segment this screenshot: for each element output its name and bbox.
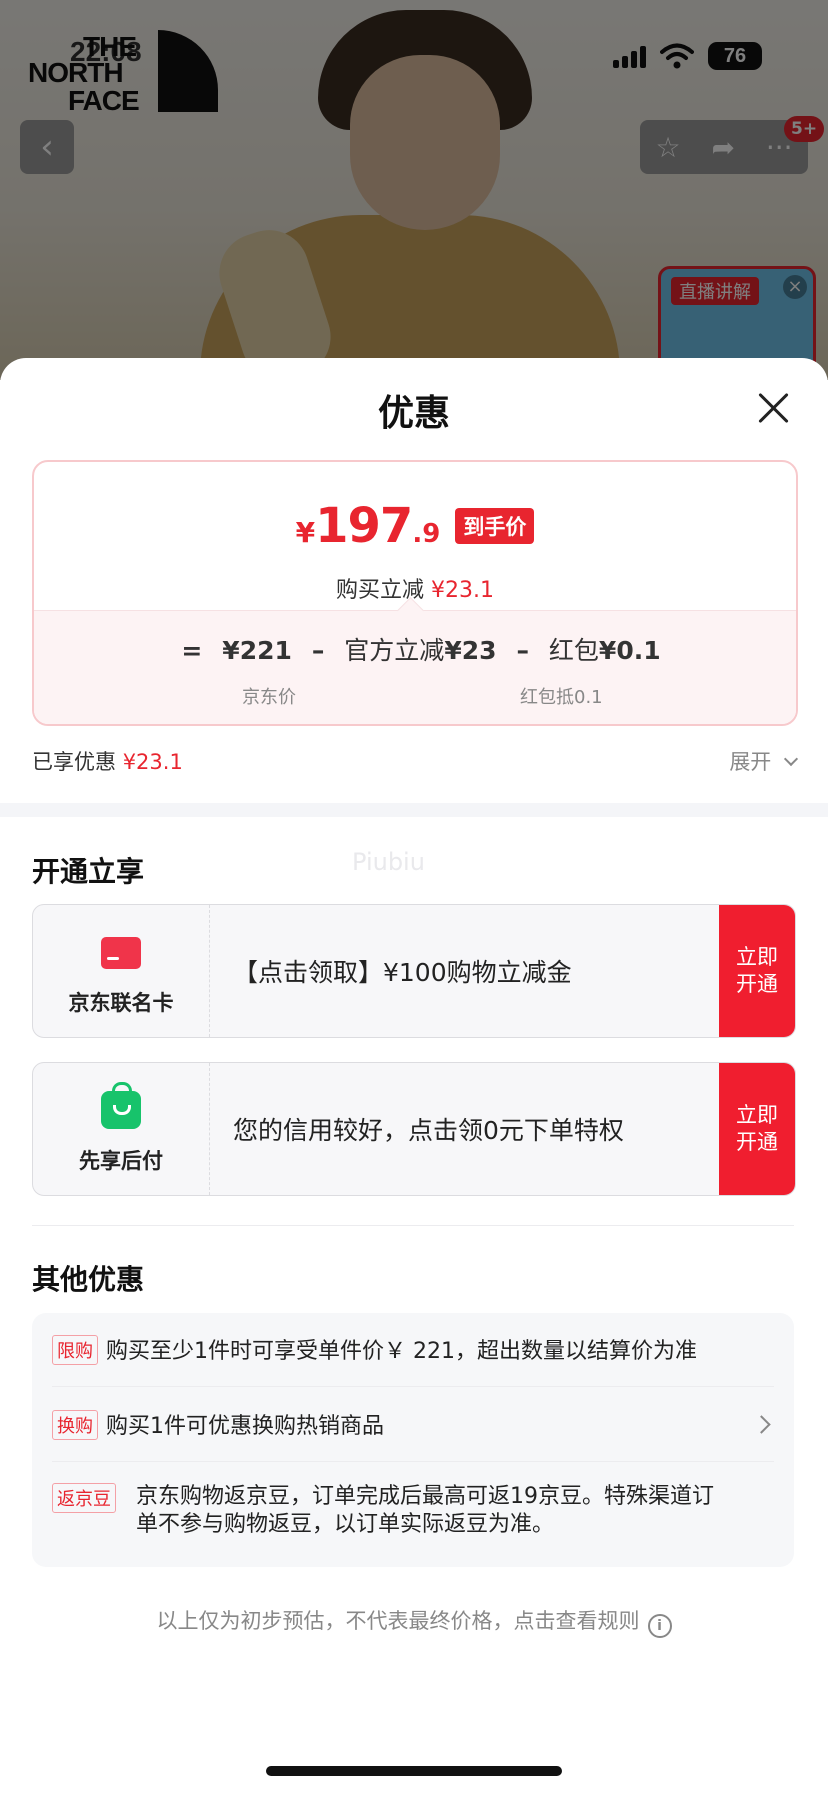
open-now-button[interactable]: 立即 开通	[719, 905, 795, 1037]
price-decimal: .9	[412, 519, 441, 549]
open-now-label: 立即 开通	[736, 1102, 778, 1156]
offer-text: 您的信用较好，点击领0元下单特权	[233, 1116, 624, 1145]
rules-link[interactable]: 以上仅为初步预估，不代表最终价格，点击查看规则 i	[0, 1605, 828, 1638]
jingdou-tag: 返京豆	[52, 1483, 116, 1513]
open-now-label: 立即 开通	[736, 944, 778, 998]
offer-card-paylater[interactable]: 先享后付 您的信用较好，点击领0元下单特权 立即 开通	[32, 1062, 796, 1196]
list-item: 返京豆 京东购物返京豆，订单完成后最高可返19京豆。特殊渠道订 单不参与购物返豆…	[52, 1483, 774, 1539]
list-item-exchange[interactable]: 换购 购买1件可优惠换购热销商品	[52, 1408, 774, 1440]
base-price: ¥221	[222, 636, 292, 665]
official-discount-label: 官方立减	[344, 636, 445, 665]
instant-discount-line: 购买立减 ¥23.1	[34, 572, 796, 604]
row-separator	[52, 1461, 774, 1462]
other-discounts-list: 限购 购买至少1件时可享受单件价￥ 221，超出数量以结算价为准 换购 购买1件可优…	[32, 1313, 794, 1567]
rules-note-text: 以上仅为初步预估，不代表最终价格，点击查看规则	[156, 1609, 640, 1633]
final-price-tag: 到手价	[455, 508, 535, 544]
expand-label: 展开	[729, 750, 772, 774]
price-currency: ¥	[295, 516, 316, 549]
redpacket-caption: 红包抵0.1	[520, 687, 603, 708]
row-separator	[52, 1386, 774, 1387]
modal-overlay[interactable]	[0, 0, 828, 380]
minus-sign: –	[311, 636, 325, 665]
home-indicator	[266, 1766, 562, 1776]
offer-text: 【点击领取】¥100购物立减金	[233, 958, 572, 987]
price-integer: 197	[315, 498, 413, 554]
price-breakdown: = ¥221 – 官方立减¥23 – 红包¥0.1 京东价 红包抵0.1	[34, 597, 796, 724]
watermark: Piubiu	[352, 848, 425, 876]
list-item-text: 购买1件可优惠换购热销商品	[106, 1414, 384, 1439]
offer-left: 京东联名卡	[33, 905, 210, 1037]
redpacket-label: 红包	[548, 636, 599, 665]
open-now-line-2: 开通	[736, 972, 778, 996]
minus-sign: –	[516, 636, 529, 665]
shopping-bag-icon	[101, 1082, 141, 1129]
enjoyed-value: ¥23.1	[122, 750, 183, 774]
credit-card-icon	[101, 937, 141, 969]
list-item-text-line-1: 京东购物返京豆，订单完成后最高可返19京豆。特殊渠道订	[136, 1484, 714, 1509]
redpacket-value: ¥0.1	[598, 636, 661, 665]
section-gap	[0, 803, 828, 817]
open-section-title: 开通立享	[32, 855, 145, 888]
instant-discount-value: ¥23.1	[431, 578, 494, 603]
expand-toggle[interactable]: 展开	[729, 746, 799, 776]
enjoyed-label: 已享优惠	[32, 750, 116, 774]
sheet-title: 优惠	[377, 393, 450, 434]
price-card: ¥197.9 到手价 购买立减 ¥23.1 = ¥221 – 官方立减¥23 –…	[32, 460, 798, 726]
open-now-line-1: 立即	[736, 1103, 778, 1127]
info-icon: i	[647, 1614, 672, 1638]
product-page-background: THE NORTH FACE 22:08 76 ‹ ☆ ➦ ··· 5+ 直播讲…	[0, 0, 828, 380]
chevron-down-icon	[783, 751, 799, 767]
list-item-text-line-2: 单不参与购物返豆，以订单实际返豆为准。	[136, 1512, 555, 1537]
open-now-line-1: 立即	[736, 945, 778, 969]
limit-tag: 限购	[52, 1335, 98, 1365]
offer-card-cobrand[interactable]: 京东联名卡 【点击领取】¥100购物立减金 立即 开通	[32, 904, 796, 1038]
equals-sign: =	[181, 636, 203, 665]
open-now-line-2: 开通	[736, 1130, 778, 1154]
other-section-title: 其他优惠	[32, 1263, 145, 1296]
open-now-button[interactable]: 立即 开通	[719, 1063, 795, 1195]
offer-name: 先享后付	[79, 1149, 163, 1173]
offer-left: 先享后付	[33, 1063, 210, 1195]
breakdown-row: = ¥221 – 官方立减¥23 – 红包¥0.1	[34, 631, 796, 667]
divider	[32, 1225, 794, 1226]
exchange-tag: 换购	[52, 1410, 98, 1440]
list-item-text: 购买至少1件时可享受单件价￥ 221，超出数量以结算价为准	[106, 1339, 697, 1364]
offer-name: 京东联名卡	[68, 991, 174, 1015]
list-item: 限购 购买至少1件时可享受单件价￥ 221，超出数量以结算价为准	[52, 1333, 774, 1365]
official-discount-value: ¥23	[444, 636, 497, 665]
close-button[interactable]	[756, 390, 792, 426]
final-price: ¥197.9 到手价	[34, 498, 796, 554]
enjoyed-discount: 已享优惠 ¥23.1	[32, 746, 183, 776]
base-price-caption: 京东价	[242, 687, 296, 708]
list-item-text: 京东购物返京豆，订单完成后最高可返19京豆。特殊渠道订 单不参与购物返豆，以订单…	[136, 1483, 774, 1539]
discount-sheet: 优惠 ¥197.9 到手价 购买立减 ¥23.1 = ¥221 – 官方立减¥2…	[0, 358, 828, 1795]
